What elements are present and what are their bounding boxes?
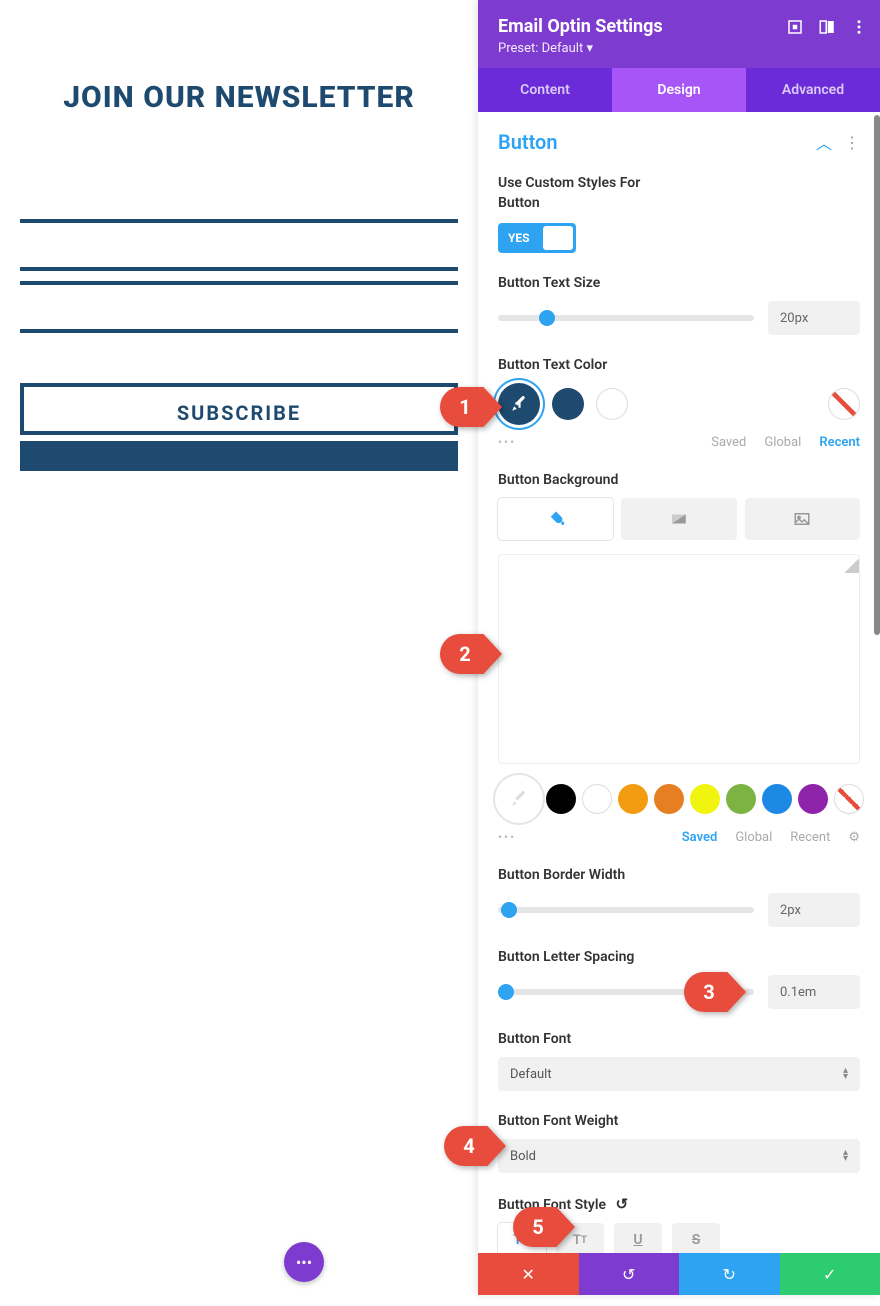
custom-styles-toggle[interactable]: YES bbox=[498, 223, 576, 253]
expand-icon[interactable] bbox=[786, 18, 804, 36]
custom-styles-label: Use Custom Styles For Button bbox=[498, 174, 658, 213]
marker-5: 5 bbox=[513, 1207, 575, 1247]
text-size-label: Button Text Size bbox=[498, 275, 860, 291]
bg-swatch-yellow[interactable] bbox=[690, 784, 720, 814]
close-button[interactable]: ✕ bbox=[478, 1253, 579, 1295]
panel-header: Email Optin Settings Preset: Default ▾ bbox=[478, 0, 880, 68]
bg-color-tab-recent[interactable]: Recent bbox=[790, 830, 830, 845]
text-color-swatch-white[interactable] bbox=[596, 388, 628, 420]
border-width-slider[interactable] bbox=[498, 907, 754, 913]
newsletter-input-1[interactable] bbox=[20, 219, 458, 271]
bg-tab-image[interactable] bbox=[745, 498, 860, 540]
bg-swatch-amber[interactable] bbox=[654, 784, 684, 814]
marker-3: 3 bbox=[684, 972, 746, 1012]
bg-color-preview[interactable] bbox=[498, 554, 860, 764]
bg-swatch-purple[interactable] bbox=[798, 784, 828, 814]
snap-icon[interactable] bbox=[818, 18, 836, 36]
chevron-up-icon[interactable]: ︿ bbox=[816, 130, 832, 154]
marker-1: 1 bbox=[440, 387, 502, 427]
scrollbar[interactable] bbox=[874, 115, 880, 635]
section-kebab-icon[interactable]: ⋮ bbox=[844, 133, 860, 152]
bg-swatch-green[interactable] bbox=[726, 784, 756, 814]
blue-bar bbox=[20, 441, 458, 471]
tab-content[interactable]: Content bbox=[478, 68, 612, 112]
newsletter-input-2[interactable] bbox=[20, 281, 458, 333]
panel-footer: ✕ ↺ ↻ ✓ bbox=[478, 1253, 880, 1295]
section-title[interactable]: Button bbox=[498, 130, 558, 154]
panel-tabs: Content Design Advanced bbox=[478, 68, 880, 112]
font-weight-label: Button Font Weight bbox=[498, 1113, 860, 1129]
more-colors-icon[interactable]: ••• bbox=[498, 435, 516, 449]
text-color-swatch-navy[interactable] bbox=[552, 388, 584, 420]
save-button[interactable]: ✓ bbox=[780, 1253, 880, 1295]
bg-swatch-black[interactable] bbox=[546, 784, 576, 814]
font-weight-select[interactable]: Bold ▴▾ bbox=[498, 1139, 860, 1173]
text-color-swatch-none[interactable] bbox=[828, 388, 860, 420]
bg-swatch-white[interactable] bbox=[582, 784, 612, 814]
kebab-icon[interactable] bbox=[850, 18, 868, 36]
color-tab-saved[interactable]: Saved bbox=[711, 435, 746, 450]
text-color-picker[interactable] bbox=[498, 383, 540, 425]
text-size-input[interactable]: 20px bbox=[768, 301, 860, 335]
marker-2: 2 bbox=[440, 634, 502, 674]
tab-advanced[interactable]: Advanced bbox=[746, 68, 880, 112]
text-color-label: Button Text Color bbox=[498, 357, 860, 373]
color-tab-global[interactable]: Global bbox=[764, 435, 801, 450]
newsletter-title: JOIN OUR NEWSLETTER bbox=[20, 80, 458, 115]
bg-color-tab-global[interactable]: Global bbox=[735, 830, 772, 845]
panel-body: Button ︿ ⋮ Use Custom Styles For Button … bbox=[478, 112, 880, 1253]
bg-tab-color[interactable] bbox=[498, 498, 613, 540]
bg-swatch-blue[interactable] bbox=[762, 784, 792, 814]
fab-button[interactable]: ••• bbox=[284, 1242, 324, 1282]
bg-swatch-none[interactable] bbox=[834, 784, 864, 814]
letter-spacing-label: Button Letter Spacing bbox=[498, 949, 860, 965]
reset-icon[interactable]: ↺ bbox=[616, 1195, 629, 1213]
bg-swatch-orange[interactable] bbox=[618, 784, 648, 814]
preview-pane: JOIN OUR NEWSLETTER SUBSCRIBE bbox=[0, 0, 478, 1306]
background-label: Button Background bbox=[498, 472, 860, 488]
color-tab-recent[interactable]: Recent bbox=[819, 435, 860, 450]
bg-more-colors-icon[interactable]: ••• bbox=[498, 830, 516, 844]
panel-preset[interactable]: Preset: Default ▾ bbox=[498, 41, 860, 56]
settings-panel: Email Optin Settings Preset: Default ▾ C… bbox=[478, 0, 880, 1295]
redo-button[interactable]: ↻ bbox=[679, 1253, 780, 1295]
border-width-label: Button Border Width bbox=[498, 867, 860, 883]
bg-color-tab-saved[interactable]: Saved bbox=[682, 830, 718, 845]
tab-design[interactable]: Design bbox=[612, 68, 746, 112]
subscribe-button[interactable]: SUBSCRIBE bbox=[20, 383, 458, 435]
bg-picker[interactable] bbox=[498, 778, 540, 820]
bg-tab-gradient[interactable] bbox=[621, 498, 736, 540]
strikethrough-button[interactable]: S bbox=[672, 1223, 720, 1253]
border-width-input[interactable]: 2px bbox=[768, 893, 860, 927]
gear-icon[interactable]: ⚙ bbox=[848, 830, 860, 845]
undo-button[interactable]: ↺ bbox=[579, 1253, 680, 1295]
text-size-slider[interactable] bbox=[498, 315, 754, 321]
underline-button[interactable]: U bbox=[614, 1223, 662, 1253]
newsletter-module: JOIN OUR NEWSLETTER SUBSCRIBE bbox=[0, 0, 478, 491]
font-select[interactable]: Default ▴▾ bbox=[498, 1057, 860, 1091]
font-label: Button Font bbox=[498, 1031, 860, 1047]
letter-spacing-input[interactable]: 0.1em bbox=[768, 975, 860, 1009]
marker-4: 4 bbox=[444, 1126, 506, 1166]
